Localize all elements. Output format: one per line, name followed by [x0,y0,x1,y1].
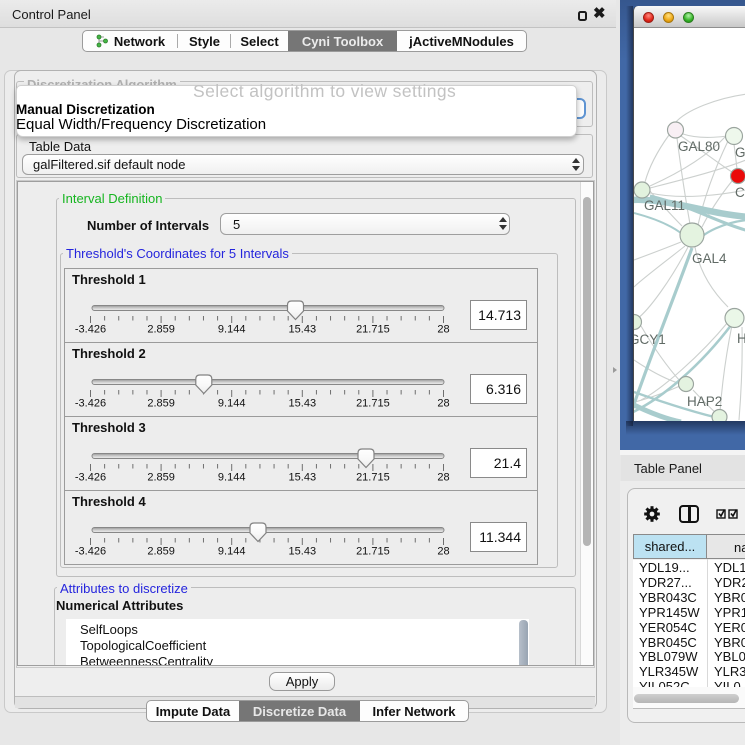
svg-text:2.859: 2.859 [147,472,175,484]
svg-text:28: 28 [437,546,449,558]
svg-text:GAL4: GAL4 [692,251,727,266]
svg-text:28: 28 [437,324,449,336]
svg-text:15.43: 15.43 [289,472,317,484]
svg-text:GCY1: GCY1 [634,332,666,347]
svg-text:15.43: 15.43 [289,546,317,558]
svg-text:-3.426: -3.426 [75,324,106,336]
svg-text:C: C [735,185,745,200]
svg-text:9.144: 9.144 [218,472,246,484]
svg-text:GA: GA [735,145,745,160]
svg-text:2.859: 2.859 [147,546,175,558]
svg-text:21.715: 21.715 [356,398,390,410]
svg-text:21.715: 21.715 [356,472,390,484]
svg-text:GAL80: GAL80 [678,139,720,154]
svg-text:2.859: 2.859 [147,398,175,410]
svg-text:15.43: 15.43 [289,324,317,336]
svg-text:21.715: 21.715 [356,324,390,336]
svg-text:HAP2: HAP2 [687,394,722,409]
svg-text:28: 28 [437,472,449,484]
svg-text:9.144: 9.144 [218,324,246,336]
svg-text:H: H [737,331,745,346]
svg-text:15.43: 15.43 [289,398,317,410]
svg-text:9.144: 9.144 [218,546,246,558]
svg-text:2.859: 2.859 [147,324,175,336]
svg-text:21.715: 21.715 [356,546,390,558]
svg-text:-3.426: -3.426 [75,472,106,484]
svg-text:9.144: 9.144 [218,398,246,410]
svg-text:-3.426: -3.426 [75,546,106,558]
svg-text:GAL11: GAL11 [644,198,685,213]
svg-text:-3.426: -3.426 [75,398,106,410]
svg-text:28: 28 [437,398,449,410]
